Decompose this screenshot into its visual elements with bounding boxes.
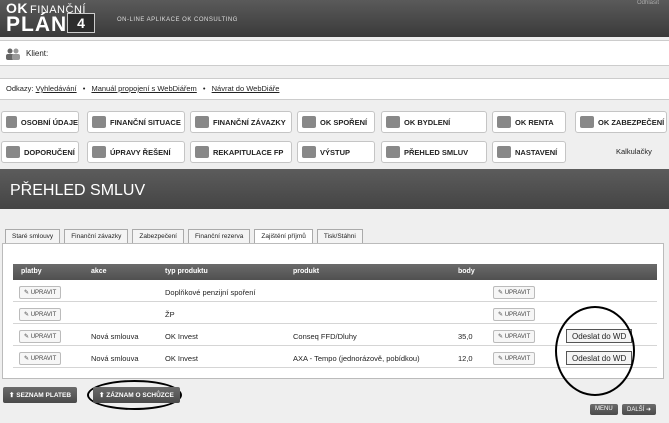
table-row: UPRAVIT ŽP UPRAVIT [13, 304, 657, 324]
nav-ok-renta[interactable]: OK RENTA [492, 111, 566, 133]
edit-payment-button[interactable]: UPRAVIT [19, 352, 62, 365]
nav-upravy-reseni[interactable]: ÚPRAVY ŘEŠENÍ [87, 141, 185, 163]
calculators-link[interactable]: Kalkulačky [616, 147, 652, 156]
arrows-icon [92, 146, 106, 158]
nav-nastaveni[interactable]: NASTAVENÍ [492, 141, 566, 163]
tab-zabezpeceni[interactable]: Zabezpečení [132, 229, 184, 243]
row-typ: OK Invest [165, 354, 198, 363]
obligations-icon [195, 116, 209, 128]
payment-list-label: SEZNAM PLATEB [16, 392, 72, 399]
tab-bar: Staré smlouvy Finanční závazky Zabezpeče… [5, 229, 367, 243]
edit-payment-button[interactable]: UPRAVIT [19, 308, 62, 321]
nav-label: OK SPOŘENÍ [320, 117, 368, 127]
document-icon [386, 146, 400, 158]
row-typ: ŽP [165, 310, 175, 319]
row-body: 12,0 [458, 354, 473, 363]
link-separator: • [202, 84, 206, 93]
link-separator: • [82, 84, 86, 93]
tagline: ON-LINE APLIKACE OK CONSULTING [117, 17, 238, 23]
row-typ: OK Invest [165, 332, 198, 341]
piggy-bank-icon [302, 116, 316, 128]
nav-ok-bydleni[interactable]: OK BYDLENÍ [381, 111, 487, 133]
logo-plan-text: PLÁN [6, 13, 68, 36]
nav-label: OK BYDLENÍ [404, 117, 451, 127]
tab-financni-rezerva[interactable]: Finanční rezerva [188, 229, 251, 243]
tab-financni-zavazky[interactable]: Finanční závazky [64, 229, 129, 243]
edit-row-button[interactable]: UPRAVIT [493, 352, 536, 365]
col-platby: platby [21, 268, 42, 275]
nav-label: DOPORUČENÍ [24, 147, 75, 157]
client-label: Klient: [26, 49, 49, 58]
annotation-circle [555, 306, 635, 396]
nav-label: FINANČNÍ ZÁVAZKY [213, 117, 286, 127]
logout-link[interactable]: Odhlásit [637, 0, 659, 6]
col-typ-produktu: typ produktu [165, 268, 208, 275]
house-icon [386, 116, 400, 128]
client-bar: Klient: [0, 40, 669, 66]
nav-prehled-smluv[interactable]: PŘEHLED SMLUV [381, 141, 487, 163]
umbrella-icon [580, 116, 594, 128]
finance-icon [92, 116, 106, 128]
edit-payment-button[interactable]: UPRAVIT [19, 330, 62, 343]
edit-row-button[interactable]: UPRAVIT [493, 286, 536, 299]
link-search[interactable]: Vyhledávání [36, 84, 77, 93]
nav-label: OK ZABEZPEČENÍ [598, 117, 665, 127]
menu-button[interactable]: MENU [590, 404, 618, 415]
tab-stare-smlouvy[interactable]: Staré smlouvy [5, 229, 61, 243]
nav-vystup[interactable]: VÝSTUP [297, 141, 375, 163]
link-return[interactable]: Návrat do WebDiáře [212, 84, 280, 93]
nav-label: PŘEHLED SMLUV [404, 147, 469, 157]
thumbs-up-icon [6, 146, 20, 158]
nav-ok-zabezpeceni[interactable]: OK ZABEZPEČENÍ [575, 111, 667, 133]
users-icon [6, 48, 20, 60]
row-body: 35,0 [458, 332, 473, 341]
gear-icon [497, 146, 511, 158]
payment-list-button[interactable]: ⬆ SEZNAM PLATEB [3, 387, 78, 403]
nav-label: REKAPITULACE FP [213, 147, 284, 157]
table-header: platby akce typ produktu produkt body [13, 264, 657, 280]
output-icon [302, 146, 316, 158]
person-icon [6, 116, 17, 128]
next-label: DALŠÍ [627, 407, 645, 413]
nav-label: VÝSTUP [320, 147, 351, 157]
nav-label: OSOBNÍ ÚDAJE [20, 117, 78, 127]
meeting-record-button[interactable]: ⬆ ZÁZNAM O SCHŮZCE [93, 387, 180, 403]
row-akce: Nová smlouva [91, 354, 139, 363]
nav-label: ÚPRAVY ŘEŠENÍ [110, 147, 171, 157]
col-produkt: produkt [293, 268, 320, 275]
nav-osobni-udaje[interactable]: OSOBNÍ ÚDAJE [1, 111, 79, 133]
col-body: body [458, 268, 475, 275]
meeting-record-label: ZÁZNAM O SCHŮZCE [106, 392, 174, 399]
app-header: OK FINANČNÍ PLÁN 4 ON-LINE APLIKACE OK CO… [0, 0, 669, 37]
nav-label: NASTAVENÍ [515, 147, 558, 157]
tab-zajisteni-prijmu[interactable]: Zajištění příjmů [254, 229, 313, 243]
links-prefix: Odkazy: [6, 84, 34, 93]
page-title: PŘEHLED SMLUV [0, 169, 669, 209]
links-bar: Odkazy: Vyhledávání • Manuál propojení s… [0, 78, 669, 100]
nav-label: FINANČNÍ SITUACE [110, 117, 181, 127]
tab-tisk[interactable]: Tisk/Stáhni [316, 229, 363, 243]
link-manual[interactable]: Manuál propojení s WebDiářem [91, 84, 196, 93]
row-produkt: AXA - Tempo (jednorázově, pobídkou) [293, 354, 420, 363]
nav-financni-situace[interactable]: FINANČNÍ SITUACE [87, 111, 185, 133]
edit-row-button[interactable]: UPRAVIT [493, 308, 536, 321]
nav-financni-zavazky[interactable]: FINANČNÍ ZÁVAZKY [190, 111, 292, 133]
pension-icon [497, 116, 511, 128]
nav-ok-sporeni[interactable]: OK SPOŘENÍ [297, 111, 375, 133]
logo-version-badge: 4 [67, 13, 95, 33]
summary-icon [195, 146, 209, 158]
edit-payment-button[interactable]: UPRAVIT [19, 286, 62, 299]
edit-row-button[interactable]: UPRAVIT [493, 330, 536, 343]
table-row: UPRAVIT Doplňkové penzijní spoření UPRAV… [13, 282, 657, 302]
col-akce: akce [91, 268, 107, 275]
nav-rekapitulace[interactable]: REKAPITULACE FP [190, 141, 292, 163]
next-button[interactable]: DALŠÍ ➜ [622, 404, 657, 415]
row-typ: Doplňkové penzijní spoření [165, 288, 256, 297]
nav-label: OK RENTA [515, 117, 554, 127]
row-produkt: Conseq FFD/Dluhy [293, 332, 357, 341]
nav-doporuceni[interactable]: DOPORUČENÍ [1, 141, 79, 163]
row-akce: Nová smlouva [91, 332, 139, 341]
